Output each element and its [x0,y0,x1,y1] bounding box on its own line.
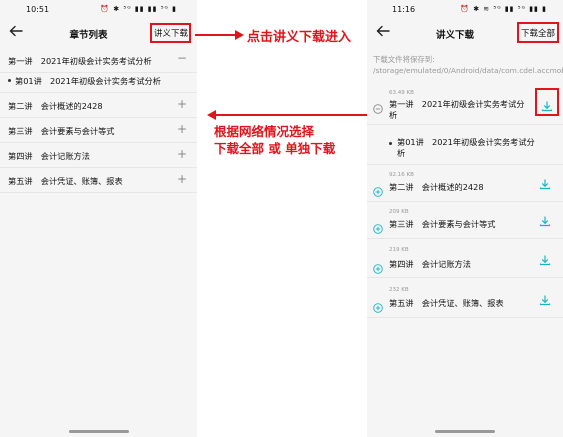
chapter-label: 第五讲 会计凭证、账簿、报表 [8,176,123,186]
lesson-row[interactable]: 第01讲 2021年初级会计实务考试分析 [0,68,197,93]
annotation-enter: 点击讲义下载进入 [247,30,352,45]
divider [367,124,563,125]
annotation-choose-line2: 下载全部 或 单独下载 [214,141,336,156]
expand-circle-icon[interactable] [373,259,383,274]
status-time: 11:16 [392,5,416,14]
divider [367,238,563,239]
save-path-text: 下载文件将保存到: /storage/emulated/0/Android/da… [373,55,563,75]
expand-icon[interactable]: + [177,122,187,136]
download-icon[interactable] [539,291,551,306]
right-screen: 11:16 ⏰ ✱ ≋ ⁵ᴳ ▮▮ ⁵ᴳ ▮▮ ▮ 讲义下载 下载全部 下载文件… [367,0,563,437]
divider [367,277,563,278]
status-icons: ⏰ ✱ ⁵ᴳ ▮▮ ▮▮ ⁵ᴳ ▮ [100,5,177,13]
file-size: 63.49 KB [389,90,414,96]
collapse-circle-icon[interactable] [373,99,383,114]
expand-circle-icon[interactable] [373,219,383,234]
bullet-icon [389,142,392,145]
expand-circle-icon[interactable] [373,298,383,313]
left-screen: 10:51 ⏰ ✱ ⁵ᴳ ▮▮ ▮▮ ⁵ᴳ ▮ 章节列表 讲义下载 第一讲 20… [0,0,197,437]
chapter-label: 第四讲 会计记账方法 [389,259,471,269]
file-size: 219 KB [389,247,409,253]
download-icon[interactable] [539,251,551,266]
chapter-label: 第二讲 会计概述的2428 [8,101,103,111]
divider [367,164,563,165]
highlight-box [517,22,559,43]
download-icon[interactable] [539,175,551,190]
status-bar: 11:16 ⏰ ✱ ≋ ⁵ᴳ ▮▮ ⁵ᴳ ▮▮ ▮ [367,0,563,18]
chapter-label-wrap: 析 [389,110,398,120]
download-icon[interactable] [539,212,551,227]
expand-icon[interactable]: + [177,97,187,111]
lesson-label-wrap: 析 [397,148,406,158]
home-indicator[interactable] [68,430,129,433]
file-size: 209 KB [389,209,409,215]
highlight-box [150,23,191,43]
collapse-icon[interactable]: − [177,51,187,65]
home-indicator[interactable] [435,430,495,433]
chapter-label: 第四讲 会计记账方法 [8,151,90,161]
divider [367,317,563,318]
status-bar: 10:51 ⏰ ✱ ⁵ᴳ ▮▮ ▮▮ ⁵ᴳ ▮ [0,0,197,18]
lesson-label: 第01讲 2021年初级会计实务考试分析 [15,76,161,86]
chapter-label: 第五讲 会计凭证、账簿、报表 [389,298,504,308]
expand-icon[interactable]: + [177,147,187,161]
highlight-box [535,88,559,116]
expand-circle-icon[interactable] [373,182,383,197]
divider [367,201,563,202]
nav-bar: 讲义下载 下载全部 [367,18,563,48]
chapter-row[interactable]: 第二讲 会计概述的2428 + [0,93,197,118]
nav-bar: 章节列表 讲义下载 [0,18,197,48]
file-size: 232 KB [389,287,409,293]
chapter-label: 第一讲 2021年初级会计实务考试分 [389,99,525,109]
chapter-label: 第三讲 会计要素与会计等式 [8,126,115,136]
arrow-right-icon [195,30,244,40]
file-size: 92.16 KB [389,172,414,178]
expand-icon[interactable]: + [177,172,187,186]
chapter-row[interactable]: 第四讲 会计记账方法 + [0,143,197,168]
bullet-icon [8,79,11,82]
chapter-label: 第二讲 会计概述的2428 [389,182,484,192]
chapter-label: 第三讲 会计要素与会计等式 [389,219,496,229]
chapter-row[interactable]: 第五讲 会计凭证、账簿、报表 + [0,168,197,193]
chapter-row[interactable]: 第三讲 会计要素与会计等式 + [0,118,197,143]
status-icons: ⏰ ✱ ≋ ⁵ᴳ ▮▮ ⁵ᴳ ▮▮ ▮ [460,5,547,13]
status-time: 10:51 [26,5,50,14]
chapter-label: 第一讲 2021年初级会计实务考试分析 [8,56,152,66]
lesson-label: 第01讲 2021年初级会计实务考试分 [397,137,535,147]
